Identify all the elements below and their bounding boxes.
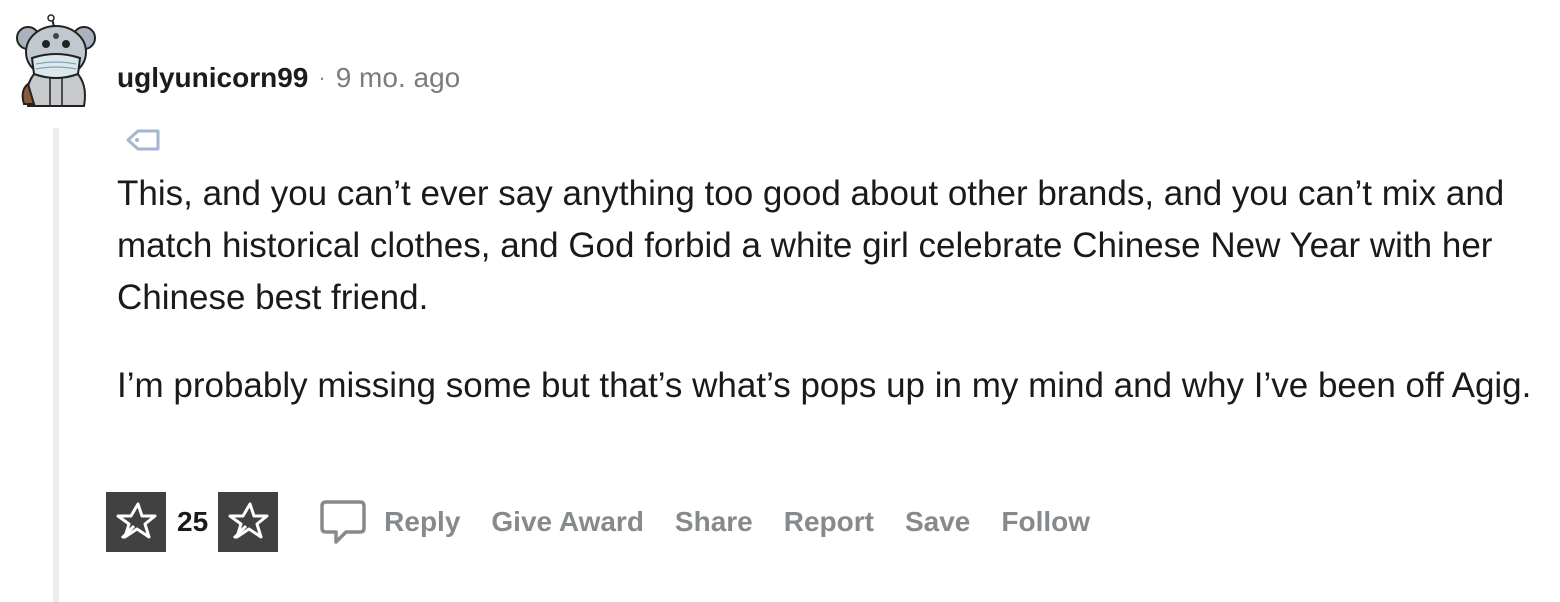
upvote-icon	[116, 502, 157, 540]
speech-bubble-icon[interactable]	[318, 496, 368, 548]
upvote-button[interactable]	[106, 492, 166, 552]
save-button[interactable]: Save	[905, 506, 970, 538]
comment-paragraph: This, and you can’t ever say anything to…	[117, 174, 1505, 317]
tag-icon	[124, 126, 162, 154]
give-award-button[interactable]: Give Award	[491, 506, 644, 538]
avatar-image	[16, 14, 96, 107]
follow-button[interactable]: Follow	[1001, 506, 1090, 538]
thread-line[interactable]	[53, 128, 59, 602]
user-avatar[interactable]	[14, 14, 98, 110]
comment-body: This, and you can’t ever say anything to…	[117, 168, 1537, 448]
report-button[interactable]: Report	[784, 506, 874, 538]
comment-timestamp[interactable]: 9 mo. ago	[336, 62, 461, 94]
comment-meta: uglyunicorn99 · 9 mo. ago	[117, 58, 460, 98]
comment-paragraph: I’m probably missing some but that’s wha…	[117, 366, 1532, 405]
comment-action-bar: 25 Reply Give Award Share Report Save Fo…	[106, 492, 1090, 552]
author-username[interactable]: uglyunicorn99	[117, 62, 308, 94]
downvote-icon	[228, 502, 269, 540]
downvote-button[interactable]	[218, 492, 279, 552]
share-button[interactable]: Share	[675, 506, 753, 538]
vote-score: 25	[177, 506, 209, 537]
reply-button[interactable]: Reply	[384, 506, 460, 538]
meta-separator: ·	[318, 65, 326, 90]
